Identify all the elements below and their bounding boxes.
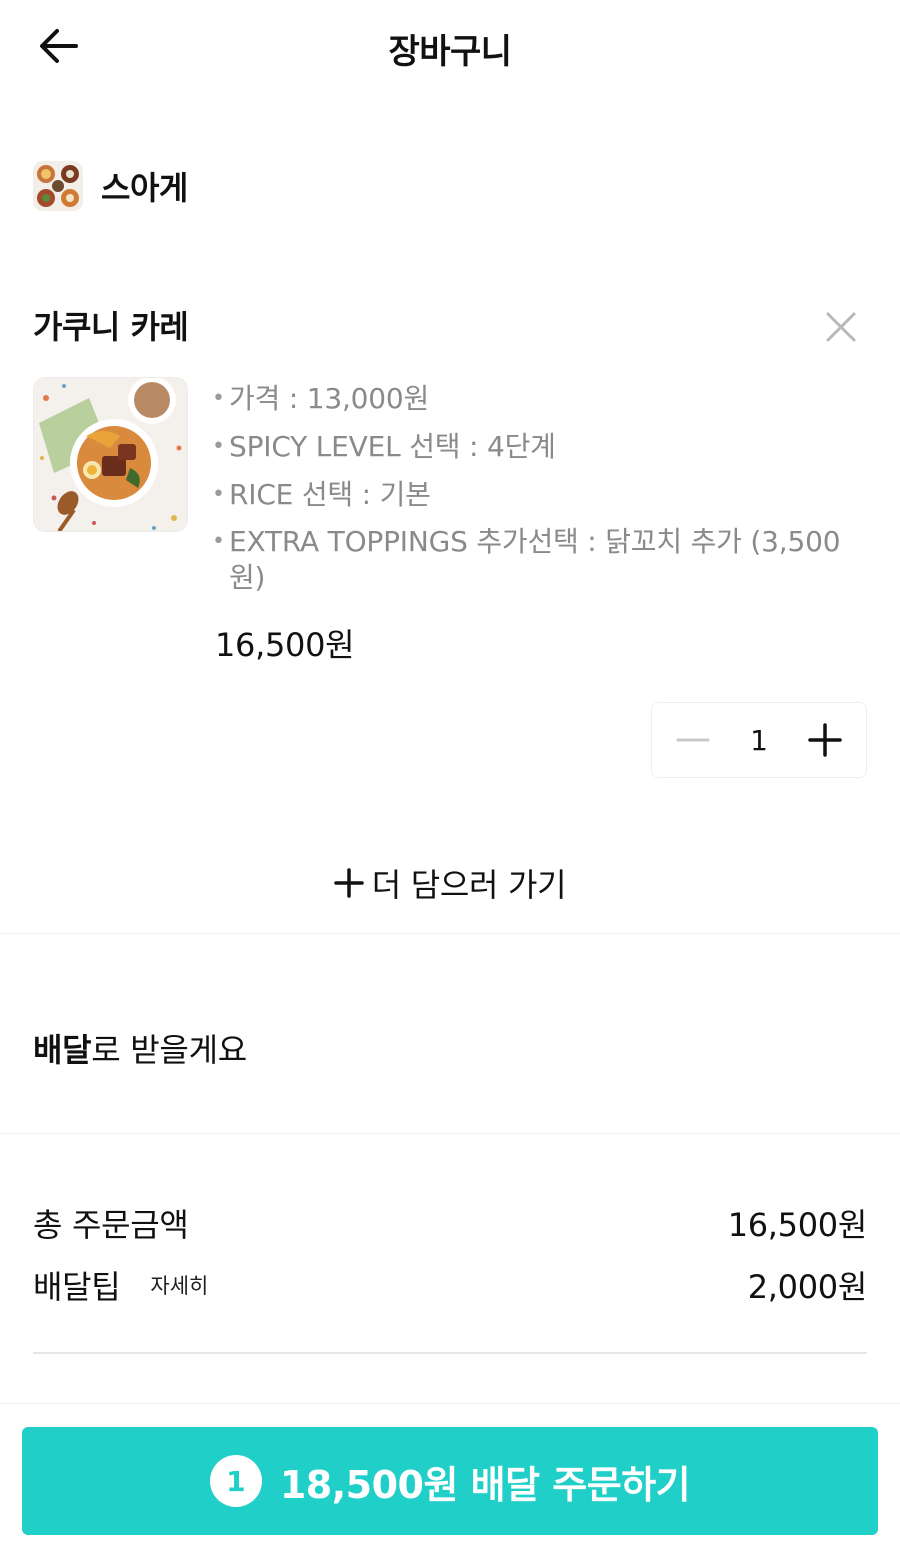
minus-icon xyxy=(676,738,710,742)
remove-item-button[interactable] xyxy=(822,308,860,346)
cart-page: 장바구니 스아게 가쿠니 카레 • 가격: 13,000원 • SPICY L… xyxy=(0,0,900,1555)
increase-button[interactable] xyxy=(806,721,844,759)
delivery-tip-row: 배달팁 자세히 2,000원 xyxy=(33,1262,867,1308)
page-title: 장바구니 xyxy=(388,32,512,72)
item-photo xyxy=(33,377,188,532)
add-more-label: 더 담으러 가기 xyxy=(371,866,567,904)
option-line: RICE 선택 : 기본 xyxy=(212,476,872,514)
delivery-mode-bold: 배달 xyxy=(33,1031,92,1069)
order-button-label: 18,500원 배달 주문하기 xyxy=(279,1462,691,1507)
delivery-mode[interactable]: 배달로 받을게요 xyxy=(33,1025,247,1071)
quantity-value: 1 xyxy=(750,723,768,757)
store-name: 스아게 xyxy=(101,169,188,207)
close-icon xyxy=(826,312,856,342)
item-price: 16,500원 xyxy=(215,626,355,664)
section-divider xyxy=(0,933,900,934)
option-line: EXTRA TOPPINGS 추가선택 : 닭꼬치 추가 (3,500원) xyxy=(212,524,872,596)
header: 장바구니 xyxy=(0,0,900,92)
item-count-badge: 1 xyxy=(209,1455,262,1507)
delivery-tip-label: 배달팁 xyxy=(33,1268,121,1306)
plus-icon xyxy=(808,723,842,757)
option-line: 가격 : 13,000원 xyxy=(212,380,872,418)
footer-divider xyxy=(0,1403,900,1404)
item-name: 가쿠니 카레 xyxy=(33,308,189,346)
order-button[interactable]: 1 18,500원 배달 주문하기 xyxy=(22,1427,878,1535)
total-row: 총 주문금액 16,500원 xyxy=(33,1200,867,1246)
delivery-tip-value: 2,000원 xyxy=(747,1268,868,1306)
store-row[interactable]: 스아게 xyxy=(33,158,188,214)
store-logo xyxy=(33,161,83,211)
decrease-button[interactable] xyxy=(674,721,712,759)
item-options: 가격 : 13,000원 SPICY LEVEL 선택 : 4단계 RICE 선… xyxy=(212,380,872,606)
summary-divider xyxy=(33,1352,867,1354)
section-divider xyxy=(0,1133,900,1134)
total-value: 16,500원 xyxy=(727,1206,868,1244)
plus-icon xyxy=(333,868,364,898)
option-line: SPICY LEVEL 선택 : 4단계 xyxy=(212,428,872,466)
quantity-stepper: 1 xyxy=(651,702,867,778)
tip-detail-link[interactable]: 자세히 xyxy=(150,1270,208,1300)
add-more-button[interactable]: 더 담으러 가기 xyxy=(0,858,900,908)
total-label: 총 주문금액 xyxy=(33,1206,189,1244)
delivery-mode-rest: 로 받을게요 xyxy=(91,1031,247,1069)
